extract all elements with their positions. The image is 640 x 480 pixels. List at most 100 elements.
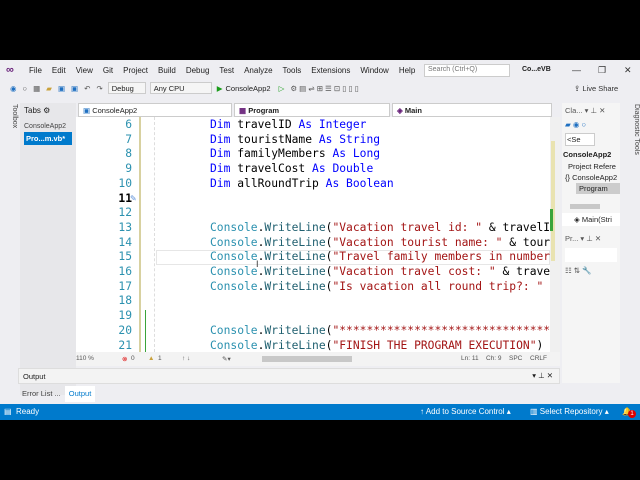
live-share-label: Live Share xyxy=(582,83,619,93)
cleanup-icon[interactable]: ✎▾ xyxy=(222,355,231,363)
class-view-search[interactable]: <Se xyxy=(565,133,595,146)
vs-logo-icon: ∞ xyxy=(6,64,14,76)
menu-build[interactable]: Build xyxy=(153,66,181,75)
properties-toolbar-icon[interactable]: ☷ ⇅ 🔧 xyxy=(562,264,620,277)
menu-file[interactable]: File xyxy=(24,66,47,75)
run-button[interactable]: ConsoleApp2 xyxy=(226,84,271,93)
status-bar: ▤ Ready ↑ Add to Source Control ▴ ▥ Sele… xyxy=(0,404,640,420)
save-icon[interactable]: ▣ xyxy=(58,84,65,93)
close-icon[interactable]: ✕ xyxy=(624,65,632,76)
code-token: "FINISH THE PROGRAM EXECUTION" xyxy=(332,338,537,352)
restore-icon[interactable]: ❐ xyxy=(598,65,606,76)
code-token: ) xyxy=(536,338,544,352)
toolbar: ◉ ○ ▦ ▰ ▣ ▣ ↶ ↷ Debug Any CPU ▶ ConsoleA… xyxy=(0,80,640,96)
member-main[interactable]: ◈ Main(Stri xyxy=(562,213,620,226)
code-line: Console.WriteLine("FINISH THE PROGRAM EX… xyxy=(210,339,543,353)
code-token: & touristName xyxy=(509,235,550,249)
open-icon[interactable]: ▰ xyxy=(46,84,52,93)
menu-view[interactable]: View xyxy=(71,66,98,75)
tree-item-namespace[interactable]: {} ConsoleApp2 xyxy=(562,172,620,183)
code-token: touristName xyxy=(237,132,319,146)
code-token: Dim xyxy=(210,132,238,146)
live-share-button[interactable]: ⇪ Live Share xyxy=(574,84,618,93)
forward-icon[interactable]: ○ xyxy=(23,84,28,93)
scroll-change-marker xyxy=(550,209,553,231)
config-dropdown[interactable]: Debug xyxy=(107,82,146,94)
toolbox-tab[interactable]: Toolbox xyxy=(0,100,18,360)
menu-git[interactable]: Git xyxy=(98,66,118,75)
code-token: "Vacation travel id: " xyxy=(332,220,483,234)
code-token: "Is vacation all round trip?: " xyxy=(332,279,544,293)
bottom-tabs: Error List ... Output xyxy=(18,386,96,402)
back-icon[interactable]: ◉ xyxy=(10,84,17,93)
diagnostic-tools-tab[interactable]: Diagnostic Tools xyxy=(622,100,640,220)
save-all-icon[interactable]: ▣ xyxy=(71,84,78,93)
menu-debug[interactable]: Debug xyxy=(181,66,215,75)
class-icon: ▦ xyxy=(239,106,247,115)
tree-item-program[interactable]: Program xyxy=(576,183,620,194)
class-view-toolbar-icon[interactable]: ▰ ◉ ○ xyxy=(562,118,620,131)
line-number: 9 xyxy=(125,162,132,176)
warning-icon[interactable]: ▲ xyxy=(148,355,154,362)
menu-edit[interactable]: Edit xyxy=(47,66,71,75)
undo-icon[interactable]: ↶ xyxy=(84,84,90,93)
class-dropdown[interactable]: ▦ Program xyxy=(234,103,390,117)
member-dropdown[interactable]: ◈ Main xyxy=(392,103,552,117)
project-label: ConsoleApp2 xyxy=(92,106,138,115)
properties-object-dropdown[interactable] xyxy=(565,248,617,262)
code-token: WriteLine xyxy=(264,235,326,249)
line-number: 8 xyxy=(125,147,132,161)
run-without-debug-icon[interactable]: ▷ xyxy=(279,84,285,93)
run-icon[interactable]: ▶ xyxy=(217,84,223,93)
code-token: Console xyxy=(210,235,258,249)
horizontal-scrollbar[interactable] xyxy=(262,356,352,362)
error-icon[interactable]: ⊗ xyxy=(122,355,127,363)
menu-project[interactable]: Project xyxy=(118,66,153,75)
method-icon: ◈ xyxy=(397,106,403,115)
platform-dropdown[interactable]: Any CPU xyxy=(149,82,212,94)
code-line: Dim touristName As String xyxy=(210,133,380,148)
tab-output[interactable]: Output xyxy=(64,386,96,402)
select-repository-button[interactable]: ▥ Select Repository ▴ xyxy=(530,407,609,416)
vertical-scrollbar[interactable] xyxy=(550,117,560,352)
output-panel-controls-icon[interactable]: ▾ ⊥ ✕ xyxy=(532,371,553,380)
output-status-icon: ▤ xyxy=(4,407,12,416)
error-count[interactable]: 0 xyxy=(131,355,135,362)
quick-action-pencil-icon[interactable]: ✎ xyxy=(130,194,137,203)
code-token: WriteLine xyxy=(264,265,326,278)
search-input[interactable]: Search (Ctrl+Q) xyxy=(424,64,510,77)
class-view-scrollbar[interactable] xyxy=(570,204,600,209)
prev-issue-icon[interactable]: ↑ ↓ xyxy=(182,355,190,362)
menu-analyze[interactable]: Analyze xyxy=(239,66,277,75)
code-editor[interactable]: I Dim travelID As Integer Dim touristName… xyxy=(146,117,550,352)
menu-extensions[interactable]: Extensions xyxy=(306,66,355,75)
code-token: WriteLine xyxy=(264,323,326,337)
project-dropdown[interactable]: ▣ ConsoleApp2 xyxy=(78,103,232,117)
zoom-dropdown[interactable]: 110 % xyxy=(76,355,94,362)
tree-item-project-references[interactable]: Project Refere xyxy=(562,161,620,172)
menu-window[interactable]: Window xyxy=(355,66,393,75)
pin-close-icon[interactable]: ▾ ⊥ ✕ xyxy=(585,106,606,115)
menu-test[interactable]: Test xyxy=(214,66,239,75)
gear-icon[interactable]: ⚙ xyxy=(43,106,50,115)
code-line: Console.WriteLine("Is vacation all round… xyxy=(210,280,543,295)
tab-program-vb[interactable]: Pro...m.vb* xyxy=(24,132,72,145)
line-indicator: Ln: 11 xyxy=(461,355,479,362)
warning-count[interactable]: 1 xyxy=(158,355,162,362)
menu-help[interactable]: Help xyxy=(394,66,420,75)
code-line: Console.WriteLine("Vacation travel cost:… xyxy=(210,265,550,280)
redo-icon[interactable]: ↷ xyxy=(96,84,102,93)
add-to-source-control-button[interactable]: ↑ Add to Source Control ▴ xyxy=(420,407,511,416)
menu-tools[interactable]: Tools xyxy=(278,66,307,75)
class-view-root[interactable]: ConsoleApp2 xyxy=(562,148,620,161)
code-token: WriteLine xyxy=(264,220,326,234)
code-token: travelID xyxy=(237,118,299,131)
line-ending-indicator: CRLF xyxy=(530,355,547,362)
minimize-icon[interactable]: — xyxy=(572,65,581,75)
new-project-icon[interactable]: ▦ xyxy=(33,84,40,93)
tab-error-list[interactable]: Error List ... xyxy=(18,386,65,402)
code-token: allRoundTrip xyxy=(237,176,326,190)
toolbar-tools-icon[interactable]: ⚙ ▤ ⇌ ⊞ ☰ ⊡ ▯ ▯ ▯ xyxy=(290,84,358,93)
scrollbar-thumb[interactable] xyxy=(551,141,555,261)
editor-status-bar: 110 % ⊗ 0 ▲ 1 ↑ ↓ ✎▾ Ln: 11 Ch: 9 SPC CR… xyxy=(76,352,560,366)
